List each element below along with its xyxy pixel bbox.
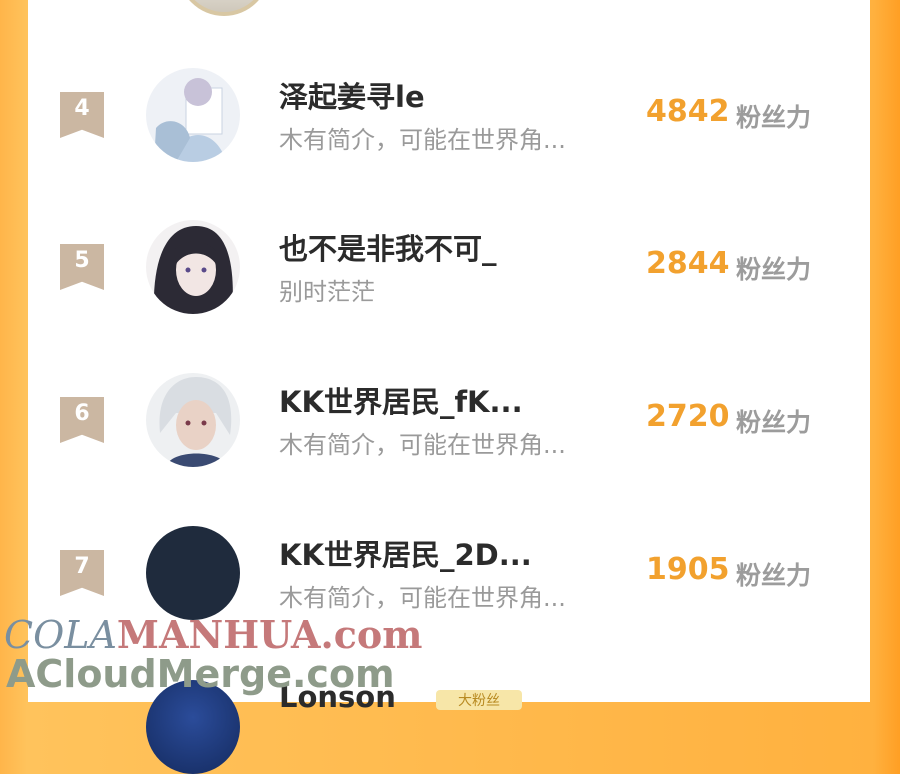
avatar-partial-top[interactable] — [178, 0, 270, 16]
user-bio: 木有简介，可能在世界角... — [279, 431, 566, 459]
user-bio: 别时茫茫 — [279, 278, 375, 306]
rank-badge: 5 — [60, 244, 104, 290]
user-name[interactable]: 也不是非我不可_ — [279, 226, 497, 268]
user-name[interactable]: KK世界居民_2D... — [279, 532, 532, 574]
fan-score: 4842 — [646, 94, 730, 129]
fan-badge: 大粉丝 — [436, 690, 522, 710]
fan-score: 1905 — [646, 552, 730, 587]
ranking-row[interactable]: 4 泽起姜寻le 木有简介，可能在世界角... 4842 粉丝力 — [28, 68, 870, 188]
ranking-panel: 4 泽起姜寻le 木有简介，可能在世界角... 4842 粉丝力 5 也不是非我… — [28, 0, 870, 774]
ranking-row[interactable]: 5 也不是非我不可_ 别时茫茫 2844 粉丝力 — [28, 220, 870, 340]
rank-badge: 4 — [60, 92, 104, 138]
user-name[interactable]: 泽起姜寻le — [279, 74, 425, 116]
fan-score-unit: 粉丝力 — [736, 561, 812, 590]
fan-score: 2844 — [646, 246, 730, 281]
user-name[interactable]: KK世界居民_fK... — [279, 379, 523, 421]
fan-score: 2720 — [646, 399, 730, 434]
avatar[interactable] — [146, 526, 240, 620]
fan-score-unit: 粉丝力 — [736, 103, 812, 132]
avatar[interactable] — [146, 373, 240, 467]
user-bio: 木有简介，可能在世界角... — [279, 126, 566, 154]
watermark-colamanhua: COLAMANHUA.com — [4, 612, 423, 657]
rank-badge: 6 — [60, 397, 104, 443]
fan-score-unit: 粉丝力 — [736, 408, 812, 437]
avatar[interactable] — [146, 68, 240, 162]
ranking-row[interactable]: 6 KK世界居民_fK... 木有简介，可能在世界角... 2720 粉丝力 — [28, 373, 870, 493]
user-bio: 木有简介，可能在世界角... — [279, 584, 566, 612]
watermark-acloudmerge: ACloudMerge.com — [6, 652, 395, 696]
fan-score-unit: 粉丝力 — [736, 255, 812, 284]
avatar[interactable] — [146, 220, 240, 314]
rank-badge: 7 — [60, 550, 104, 596]
